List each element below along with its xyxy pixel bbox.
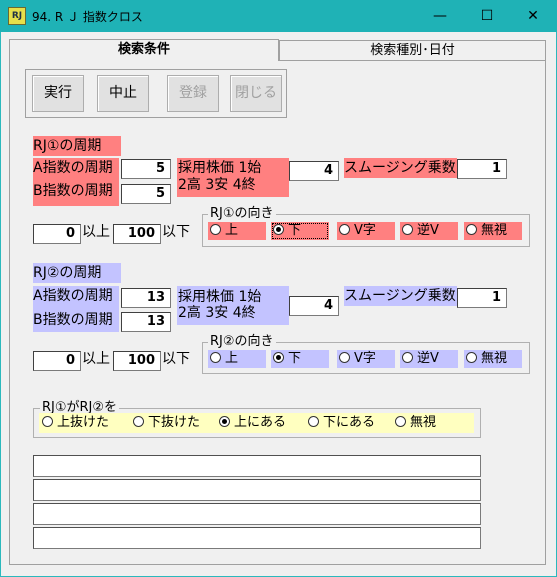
cross-option-cross-above[interactable]: 上抜けた [40, 414, 109, 432]
cross-option-cross-above-label: 上抜けた [57, 415, 110, 430]
cross-option-is-above[interactable]: 上にある [217, 414, 286, 432]
rj1-direction-inverse-v[interactable]: 逆V [400, 222, 458, 240]
rj2-direction-ignore-label: 無視 [481, 351, 508, 366]
radio-icon [42, 416, 53, 427]
radio-icon [466, 352, 477, 363]
rj1-direction-inverse-v-label: 逆V [417, 223, 439, 238]
radio-icon [210, 224, 221, 235]
rj1-b-period-label-text: B指数の周期 [33, 183, 113, 199]
cross-option-cross-below-label: 下抜けた [148, 415, 201, 430]
output-box-3[interactable] [33, 503, 481, 525]
stop-button[interactable]: 中止 [97, 75, 149, 112]
radio-icon [339, 224, 350, 235]
rj2-price-input[interactable]: 4 [289, 296, 339, 316]
output-box-1[interactable] [33, 455, 481, 477]
window-title: 94. R Ｊ 指数クロス [32, 10, 143, 24]
radio-icon [402, 224, 413, 235]
rj2-direction-inverse-v[interactable]: 逆V [400, 350, 458, 368]
rj1-max-input[interactable]: 100 [113, 224, 161, 244]
rj1-a-period-input[interactable]: 5 [121, 159, 171, 179]
run-button[interactable]: 実行 [32, 75, 84, 112]
tab-search-type-date[interactable]: 検索種別･日付 [279, 40, 546, 60]
rj1-price-label-2: 2高 3安 4終 [178, 177, 256, 193]
register-button[interactable]: 登録 [167, 75, 219, 112]
radio-icon [133, 416, 144, 427]
minimize-button[interactable]: — [417, 0, 463, 32]
rj1-direction-title: RJ①の向き [208, 206, 276, 221]
rj1-direction-v[interactable]: V字 [337, 222, 395, 240]
close-form-button[interactable]: 閉じる [230, 75, 282, 112]
rj1-smoothing-label: スムージング乗数 [344, 158, 457, 178]
radio-icon [339, 352, 350, 363]
output-box-2[interactable] [33, 479, 481, 501]
rj2-direction-ignore[interactable]: 無視 [464, 350, 522, 368]
rj2-max-suffix: 以下 [162, 351, 190, 367]
cross-option-is-above-label: 上にある [234, 415, 287, 430]
rj1-smoothing-input[interactable]: 1 [457, 159, 507, 179]
radio-icon [395, 416, 406, 427]
rj2-a-period-input[interactable]: 13 [121, 288, 171, 308]
rj2-direction-down[interactable]: 下 [271, 350, 329, 368]
rj2-direction-title: RJ②の向き [208, 334, 276, 349]
rj2-price-label-2: 2高 3安 4終 [178, 305, 256, 321]
rj2-b-period-input[interactable]: 13 [121, 312, 171, 332]
rj2-direction-v[interactable]: V字 [337, 350, 395, 368]
rj2-direction-up[interactable]: 上 [208, 350, 266, 368]
cross-option-cross-below[interactable]: 下抜けた [131, 414, 200, 432]
app-icon: RJ [8, 7, 26, 25]
rj1-min-suffix: 以上 [82, 224, 110, 240]
output-box-4[interactable] [33, 527, 481, 549]
cross-option-is-below[interactable]: 下にある [306, 414, 375, 432]
rj2-a-period-label: A指数の周期 [33, 288, 113, 304]
rj1-price-input[interactable]: 4 [289, 161, 339, 181]
rj2-direction-up-label: 上 [225, 351, 239, 366]
radio-selected-icon [273, 224, 284, 235]
rj2-smoothing-input[interactable]: 1 [457, 288, 507, 308]
rj2-min-input[interactable]: 0 [33, 351, 81, 371]
rj1-direction-up[interactable]: 上 [208, 222, 266, 240]
rj1-b-period-input[interactable]: 5 [121, 184, 171, 204]
rj2-period-label: RJ②の周期 [33, 263, 121, 283]
radio-icon [402, 352, 413, 363]
rj2-max-input[interactable]: 100 [113, 351, 161, 371]
rj1-period-label: RJ①の周期 [33, 136, 121, 156]
rj2-min-suffix: 以上 [82, 351, 110, 367]
rj2-direction-down-label: 下 [288, 351, 302, 366]
rj1-direction-ignore[interactable]: 無視 [464, 222, 522, 240]
cross-option-is-below-label: 下にある [323, 415, 376, 430]
radio-icon [308, 416, 319, 427]
rj1-direction-up-label: 上 [225, 223, 239, 238]
rj2-direction-v-label: V字 [354, 351, 376, 366]
rj2-smoothing-label: スムージング乗数 [344, 286, 457, 306]
radio-selected-icon [273, 352, 284, 363]
close-button[interactable]: ✕ [510, 0, 556, 32]
rj1-min-input[interactable]: 0 [33, 224, 81, 244]
tab-search-conditions[interactable]: 検索条件 [9, 39, 279, 61]
cross-option-ignore-label: 無視 [410, 415, 437, 430]
radio-selected-icon [219, 416, 230, 427]
cross-option-ignore[interactable]: 無視 [393, 414, 436, 432]
rj1-a-period-label: A指数の周期 [33, 158, 119, 178]
rj2-direction-inverse-v-label: 逆V [417, 351, 439, 366]
rj2-b-period-label: B指数の周期 [33, 312, 113, 328]
radio-icon [466, 224, 477, 235]
rj1-direction-down-label: 下 [288, 223, 302, 238]
rj1-max-suffix: 以下 [162, 224, 190, 240]
rj1-direction-down[interactable]: 下 [271, 222, 329, 240]
rj1-direction-v-label: V字 [354, 223, 376, 238]
radio-icon [210, 352, 221, 363]
rj1-direction-ignore-label: 無視 [481, 223, 508, 238]
maximize-button[interactable]: ☐ [464, 0, 510, 32]
